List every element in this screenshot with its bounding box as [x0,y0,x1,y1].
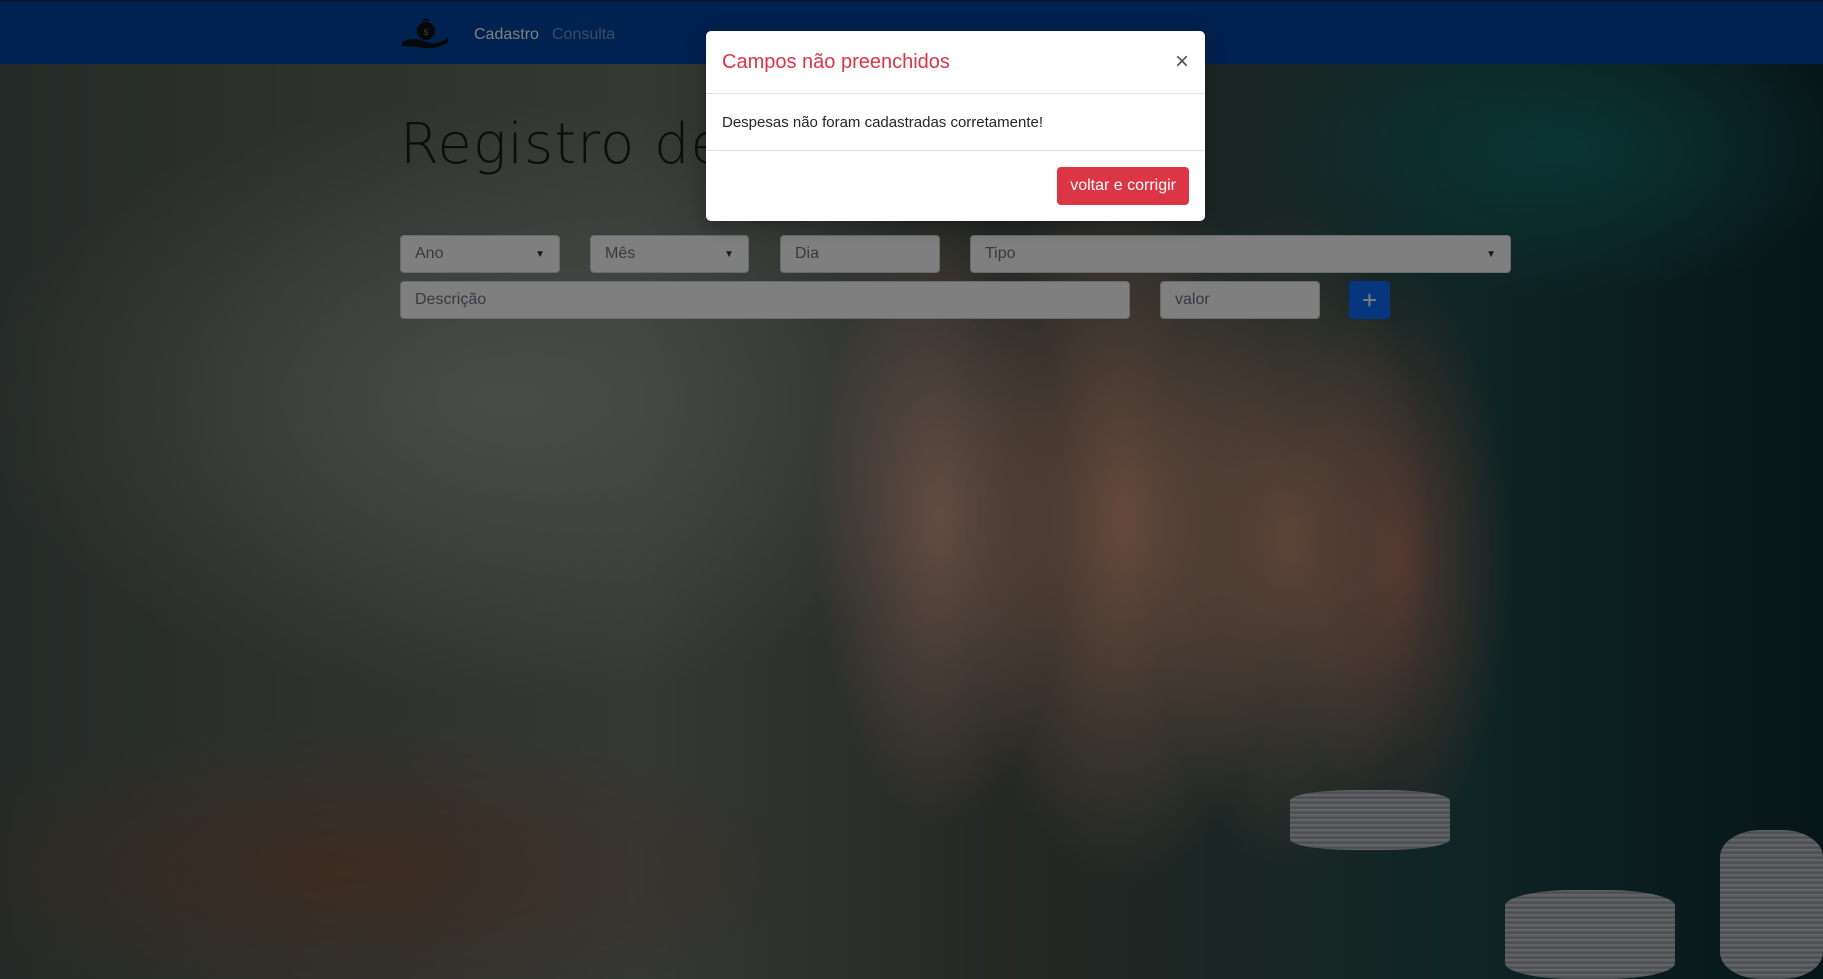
modal-message: Despesas não foram cadastradas corretame… [722,113,1043,131]
modal-header: Campos não preenchidos × [706,31,1205,94]
error-modal: Campos não preenchidos × Despesas não fo… [706,31,1205,221]
modal-footer: voltar e corrigir [706,151,1205,221]
close-icon[interactable]: × [1175,50,1189,74]
modal-body: Despesas não foram cadastradas corretame… [706,94,1205,151]
modal-title: Campos não preenchidos [722,50,950,73]
back-and-fix-button[interactable]: voltar e corrigir [1057,167,1189,205]
